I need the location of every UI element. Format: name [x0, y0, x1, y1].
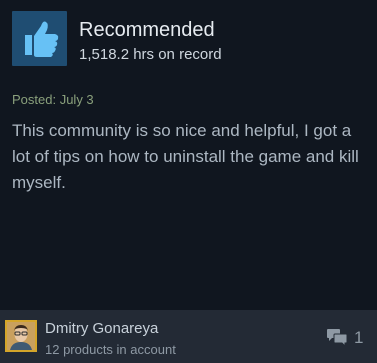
- hours-on-record: 1,518.2 hrs on record: [79, 46, 222, 63]
- avatar[interactable]: [5, 320, 37, 352]
- review-card: Recommended 1,518.2 hrs on record Posted…: [0, 0, 377, 310]
- thumbs-up-icon[interactable]: [12, 11, 67, 66]
- review-verdict[interactable]: Recommended: [79, 18, 215, 42]
- posted-date: Posted: July 3: [12, 92, 94, 107]
- author-bar: Dmitry Gonareya 12 products in account 1: [0, 310, 377, 363]
- author-products-count: 12 products in account: [45, 342, 176, 357]
- comments-button[interactable]: 1: [326, 326, 363, 350]
- review-text: This community is so nice and helpful, I…: [12, 121, 359, 192]
- comment-count: 1: [354, 328, 364, 347]
- author-name[interactable]: Dmitry Gonareya: [45, 320, 158, 338]
- speech-bubbles-icon: [326, 328, 348, 348]
